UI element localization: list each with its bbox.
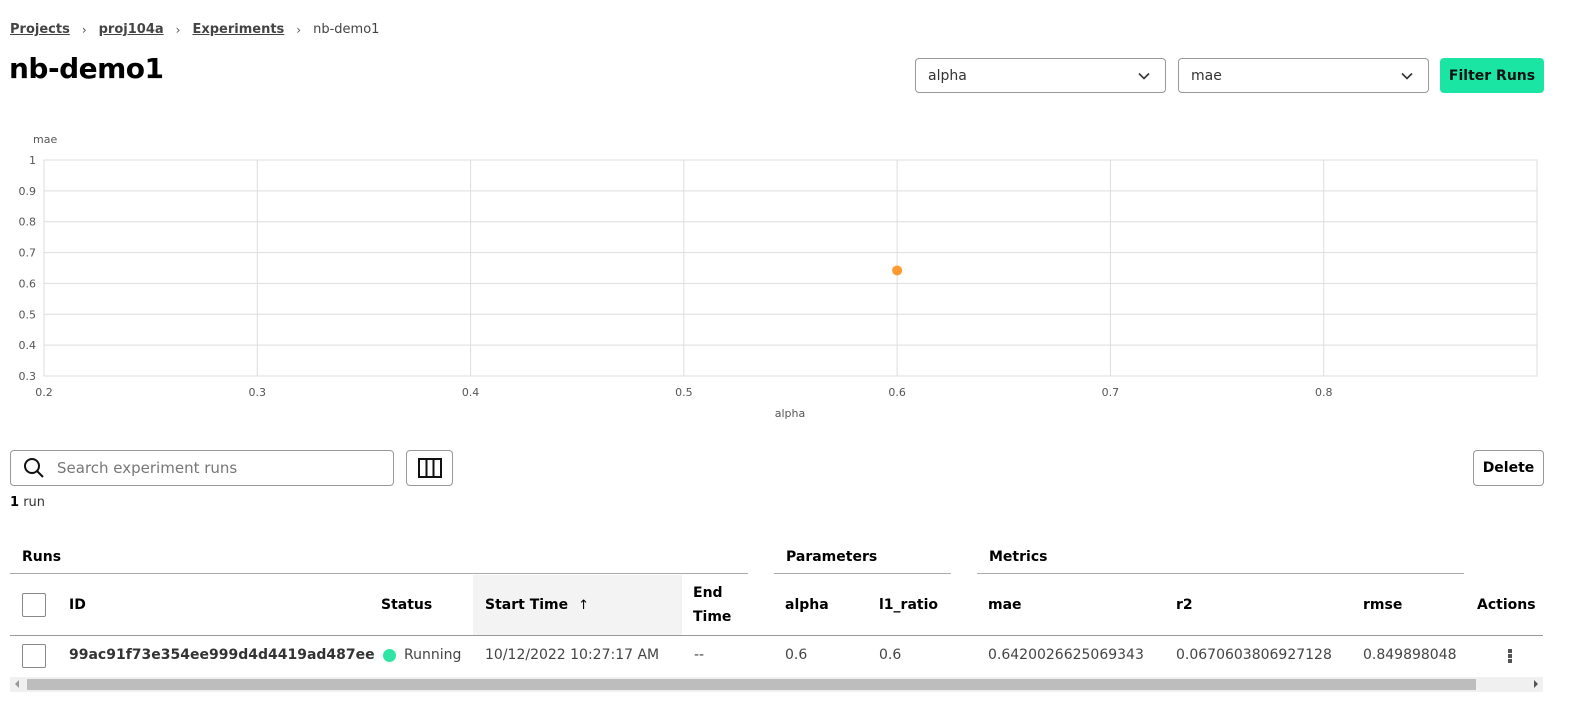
y-axis-select[interactable]: mae [1178, 58, 1429, 93]
run-count: 1 run [10, 495, 45, 510]
status-running-icon [383, 648, 396, 662]
x-axis-select-value: alpha [928, 67, 967, 84]
x-axis-ticks: 0.2 0.3 0.4 0.5 0.6 0.7 0.8 [35, 386, 1332, 399]
breadcrumb-current: nb-demo1 [313, 22, 380, 37]
row-checkbox[interactable] [22, 644, 46, 668]
data-point [892, 265, 903, 276]
chevron-right-icon: › [81, 22, 87, 37]
column-settings-button[interactable] [406, 450, 453, 486]
y-tick-label: 0.5 [19, 308, 37, 321]
end-time-label-2: Time [693, 609, 732, 625]
search-icon [24, 458, 44, 478]
run-start-time: 10/12/2022 10:27:17 AM [485, 647, 660, 663]
row-actions-menu-icon[interactable] [1508, 649, 1514, 663]
column-header-r2[interactable]: r2 [1176, 575, 1193, 635]
breadcrumb-project[interactable]: proj104a [99, 22, 164, 37]
run-id[interactable]: 99ac91f73e354ee999d4d4419ad487ee [69, 642, 375, 668]
page-title: nb-demo1 [9, 52, 164, 85]
x-axis-label: alpha [775, 407, 806, 420]
y-tick-label: 0.8 [19, 216, 37, 229]
group-parameters: Parameters [786, 549, 878, 565]
run-metric-mae: 0.6420026625069343 [988, 647, 1144, 663]
chevron-right-icon: › [296, 22, 302, 37]
group-runs-divider [10, 573, 748, 574]
chart-points [892, 265, 903, 276]
chart-grid [43, 159, 1538, 377]
y-tick-label: 0.9 [19, 185, 37, 198]
start-time-label: Start Time [485, 597, 569, 613]
chevron-down-icon [1138, 72, 1150, 80]
x-tick-label: 0.4 [462, 386, 480, 399]
plot-frame [43, 159, 1538, 377]
x-tick-label: 0.7 [1102, 386, 1120, 399]
run-param-l1-ratio: 0.6 [879, 647, 902, 663]
horizontal-scrollbar[interactable] [10, 677, 1543, 692]
scroll-left-arrow-icon[interactable] [15, 680, 19, 688]
run-metric-rmse: 0.849898048 [1363, 647, 1457, 663]
column-header-mae[interactable]: mae [988, 575, 1022, 635]
group-parameters-divider [774, 573, 951, 574]
scrollbar-thumb[interactable] [27, 679, 1476, 690]
select-all-checkbox[interactable] [22, 593, 46, 617]
x-tick-label: 0.6 [888, 386, 906, 399]
column-header-id[interactable]: ID [69, 575, 86, 635]
end-time-label-1: End [693, 585, 723, 601]
column-header-actions: Actions [1477, 597, 1536, 613]
y-tick-label: 0.7 [19, 247, 37, 260]
filter-runs-button[interactable]: Filter Runs [1440, 58, 1544, 93]
group-metrics-divider [977, 573, 1464, 574]
sort-ascending-icon: ↑ [578, 597, 590, 613]
search-input[interactable] [57, 459, 357, 477]
column-header-rmse[interactable]: rmse [1363, 575, 1402, 635]
run-status: Running [383, 642, 461, 668]
y-tick-label: 0.6 [19, 277, 37, 290]
scroll-right-arrow-icon[interactable] [1534, 680, 1538, 688]
x-tick-label: 0.5 [675, 386, 693, 399]
column-header-alpha[interactable]: alpha [785, 575, 829, 635]
search-box[interactable] [10, 450, 394, 486]
y-tick-label: 0.3 [19, 370, 37, 383]
x-axis-select[interactable]: alpha [915, 58, 1166, 93]
run-status-label: Running [404, 647, 462, 663]
breadcrumb-experiments[interactable]: Experiments [192, 22, 284, 37]
run-metric-r2: 0.0670603806927128 [1176, 647, 1332, 663]
run-end-time: -- [694, 647, 705, 663]
columns-icon [417, 458, 442, 478]
chevron-down-icon [1401, 72, 1413, 80]
run-count-label: run [23, 495, 46, 510]
y-tick-label: 0.4 [19, 339, 37, 352]
y-axis-select-value: mae [1191, 67, 1222, 84]
delete-button[interactable]: Delete [1473, 450, 1544, 486]
y-axis-label: mae [33, 133, 57, 146]
chevron-right-icon: › [175, 22, 181, 37]
run-param-alpha: 0.6 [785, 647, 808, 663]
scatter-chart: mae 10.90.80.70.60.50.40.3 0.2 0.3 0.4 0.5 0… [19, 133, 1538, 420]
y-tick-label: 1 [29, 154, 36, 167]
group-runs: Runs [22, 549, 62, 565]
x-tick-label: 0.2 [35, 386, 53, 399]
column-header-status[interactable]: Status [381, 575, 432, 635]
group-metrics: Metrics [989, 549, 1048, 565]
breadcrumb: Projects › proj104a › Experiments › nb-d… [10, 22, 379, 37]
y-axis-ticks: 1 0.9 0.8 0.7 0.6 0.5 0.4 0.3 [19, 154, 37, 383]
x-tick-label: 0.8 [1315, 386, 1333, 399]
column-header-end-time[interactable]: End Time [693, 575, 731, 635]
column-header-l1-ratio[interactable]: l1_ratio [879, 575, 938, 635]
header-divider [10, 635, 1543, 636]
run-count-number: 1 [10, 495, 20, 510]
column-header-start-time[interactable]: Start Time ↑ [473, 575, 682, 635]
breadcrumb-projects[interactable]: Projects [10, 22, 70, 37]
x-tick-label: 0.3 [249, 386, 267, 399]
